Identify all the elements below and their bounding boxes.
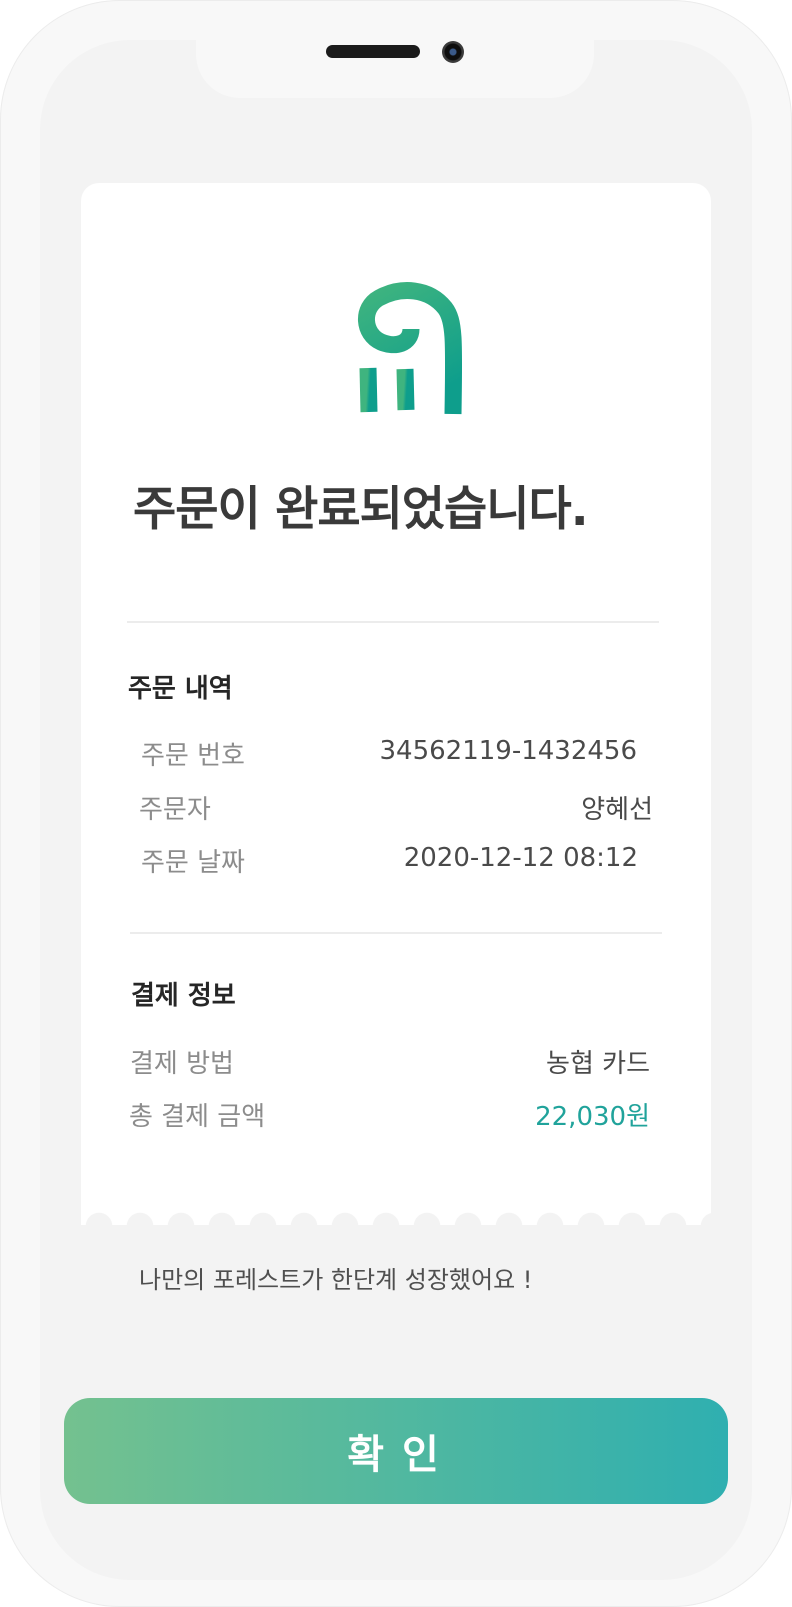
front-camera-icon <box>442 41 464 63</box>
payment-info-title: 결제 정보 <box>131 981 236 1011</box>
payment-method-label: 결제 방법 <box>130 1049 234 1079</box>
order-date-label: 주문 날짜 <box>141 848 245 878</box>
confirm-button[interactable]: 확인 <box>64 1398 728 1504</box>
order-number-value: 34562119-1432456 <box>379 736 637 766</box>
total-amount-value: 22,030원 <box>535 1102 650 1132</box>
receipt-torn-edge <box>81 1212 711 1226</box>
order-number-label: 주문 번호 <box>141 741 245 771</box>
forest-growth-message: 나만의 포레스트가 한단계 성장했어요 ! <box>139 1266 533 1294</box>
divider-top <box>127 621 659 623</box>
order-date-value: 2020-12-12 08:12 <box>403 843 638 873</box>
order-details-title: 주문 내역 <box>128 674 233 704</box>
orderer-value: 양혜선 <box>581 795 653 825</box>
payment-method-value: 농협 카드 <box>546 1049 650 1079</box>
speaker-grille <box>326 45 420 58</box>
page-title: 주문이 완료되었습니다. <box>133 482 589 537</box>
total-amount-label: 총 결제 금액 <box>129 1102 266 1132</box>
orderer-label: 주문자 <box>139 795 211 825</box>
divider-middle <box>130 932 662 934</box>
fork-leaf-logo-icon <box>358 234 463 415</box>
